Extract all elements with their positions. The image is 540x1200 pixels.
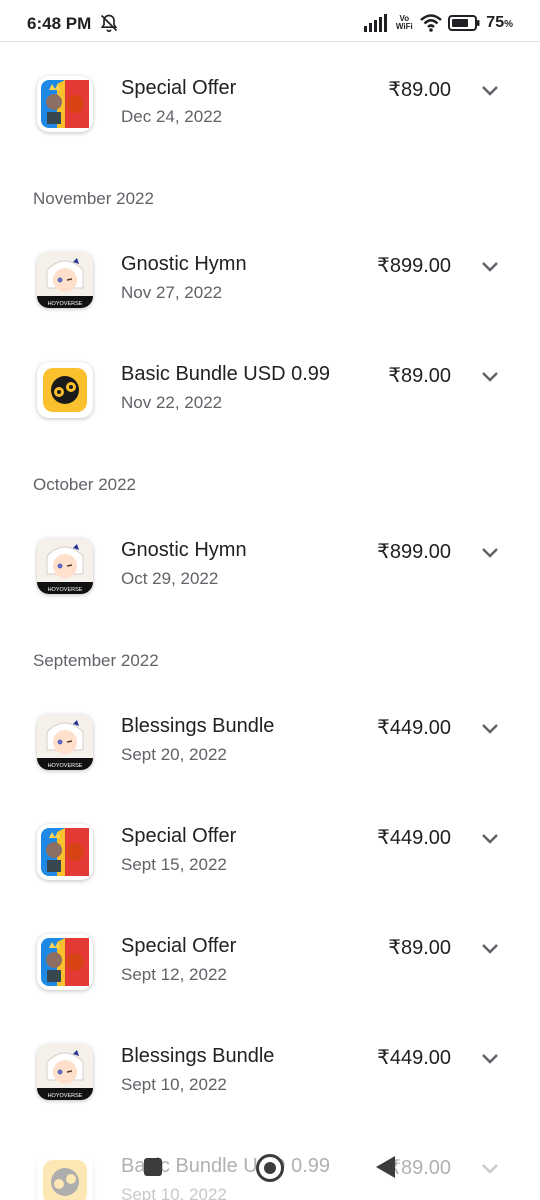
item-date: Oct 29, 2022	[121, 569, 219, 588]
item-price: ₹89.00	[388, 937, 451, 959]
item-price: ₹89.00	[388, 79, 451, 101]
item-date: Sept 12, 2022	[121, 965, 227, 984]
item-title: Gnostic Hymn	[121, 539, 247, 561]
item-title: Special Offer	[121, 935, 237, 957]
clash-royale-icon	[37, 824, 93, 880]
purchase-row[interactable]: HOYOVERSE Gnostic Hymn Oct 29, 2022 ₹899…	[0, 538, 540, 648]
item-date: Sept 15, 2022	[121, 855, 227, 874]
month-header: October 2022	[33, 475, 137, 494]
genshin-paimon-icon: HOYOVERSE	[37, 252, 93, 308]
brawl-stars-icon	[37, 362, 93, 418]
genshin-paimon-icon: HOYOVERSE	[37, 714, 93, 770]
home-icon[interactable]	[256, 1154, 284, 1182]
item-price: ₹899.00	[377, 541, 451, 563]
item-title: Basic Bundle USD 0.99	[121, 363, 331, 385]
hoyoverse-logo-text: HOYOVERSE	[48, 301, 83, 307]
system-nav-bar	[0, 1140, 540, 1200]
chevron-down-icon[interactable]	[478, 254, 502, 278]
item-price: ₹449.00	[377, 1047, 451, 1069]
item-title: Gnostic Hymn	[121, 253, 247, 275]
clash-royale-icon	[37, 76, 93, 132]
item-price: ₹449.00	[377, 717, 451, 739]
chevron-down-icon[interactable]	[478, 716, 502, 740]
hoyoverse-logo-text: HOYOVERSE	[48, 587, 83, 593]
genshin-paimon-icon: HOYOVERSE	[37, 1044, 93, 1100]
item-date: Dec 24, 2022	[121, 107, 223, 126]
back-icon[interactable]	[376, 1156, 395, 1178]
purchase-row[interactable]: HOYOVERSE Gnostic Hymn Nov 27, 2022 ₹899…	[0, 252, 540, 362]
chevron-down-icon[interactable]	[478, 78, 502, 102]
battery-icon	[448, 15, 480, 31]
wifi-icon	[420, 14, 443, 32]
genshin-paimon-icon: HOYOVERSE	[37, 538, 93, 594]
chevron-down-icon[interactable]	[478, 1046, 502, 1070]
bell-muted-icon	[100, 14, 118, 33]
item-title: Blessings Bundle	[121, 715, 275, 737]
item-date: Sept 20, 2022	[121, 745, 227, 764]
hoyoverse-logo-text: HOYOVERSE	[48, 1093, 83, 1099]
purchase-row[interactable]: HOYOVERSE Blessings Bundle Sept 10, 2022…	[0, 1044, 540, 1154]
clash-royale-icon	[37, 934, 93, 990]
purchase-row[interactable]: HOYOVERSE Blessings Bundle Sept 20, 2022…	[0, 714, 540, 824]
purchase-row[interactable]: Special Offer Sept 12, 2022 ₹89.00	[0, 934, 540, 1044]
purchase-row[interactable]: Special Offer Sept 15, 2022 ₹449.00	[0, 824, 540, 934]
chevron-down-icon[interactable]	[478, 364, 502, 388]
item-date: Nov 27, 2022	[121, 283, 223, 302]
hoyoverse-logo-text: HOYOVERSE	[48, 763, 83, 769]
purchase-row[interactable]: Basic Bundle USD 0.99 Nov 22, 2022 ₹89.0…	[0, 362, 540, 472]
month-header: September 2022	[33, 651, 159, 670]
vowifi-indicator: Vo WiFi	[395, 14, 413, 31]
cell-signal-icon	[364, 14, 388, 32]
status-bar: 6:48 PM Vo WiFi 75%	[0, 0, 540, 42]
chevron-down-icon[interactable]	[478, 936, 502, 960]
battery-percent: 75%	[486, 14, 513, 31]
item-price: ₹449.00	[377, 827, 451, 849]
item-title: Blessings Bundle	[121, 1045, 275, 1067]
status-divider	[0, 41, 540, 42]
item-price: ₹89.00	[388, 365, 451, 387]
item-price: ₹899.00	[377, 255, 451, 277]
item-title: Special Offer	[121, 825, 237, 847]
item-title: Special Offer	[121, 77, 237, 99]
chevron-down-icon[interactable]	[478, 540, 502, 564]
status-time: 6:48 PM	[27, 14, 92, 33]
chevron-down-icon[interactable]	[478, 826, 502, 850]
purchase-row[interactable]: Special Offer Dec 24, 2022 ₹89.00	[0, 76, 540, 186]
item-date: Sept 10, 2022	[121, 1075, 227, 1094]
item-date: Nov 22, 2022	[121, 393, 223, 412]
month-header: November 2022	[33, 189, 154, 208]
recent-apps-icon[interactable]	[144, 1158, 162, 1176]
